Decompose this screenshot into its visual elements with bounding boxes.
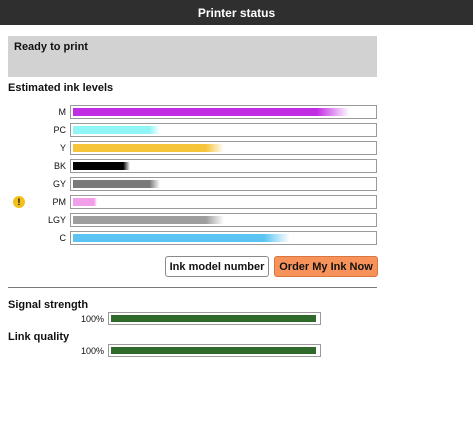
signal-strength-meter [108, 312, 321, 325]
ink-level-fill [73, 234, 290, 242]
signal-strength-percent: 100% [80, 314, 104, 324]
status-panel: Ready to print [8, 36, 377, 77]
ink-model-number-button[interactable]: Ink model number [165, 256, 269, 277]
ink-label: C [59, 233, 67, 243]
ink-row-pm: ! PM [0, 195, 473, 209]
link-quality-heading: Link quality [8, 331, 70, 343]
ink-row-pc: PC [0, 123, 473, 137]
ink-label: Y [59, 143, 66, 153]
window-title: Printer status [197, 5, 276, 20]
ink-level-fill [73, 162, 130, 170]
signal-strength-fill [111, 315, 316, 322]
link-quality-meter [108, 344, 321, 357]
ink-row-c: C [0, 231, 473, 245]
ink-row-lgy: LGY [0, 213, 473, 227]
ink-row-y: Y [0, 141, 473, 155]
link-quality-percent: 100% [80, 346, 104, 356]
ink-row-bk: BK [0, 159, 473, 173]
title-bar: Printer status [0, 0, 473, 25]
divider [8, 287, 377, 288]
ink-level-fill [73, 198, 97, 206]
status-message: Ready to print [14, 41, 88, 53]
ink-label: BK [53, 161, 66, 171]
ink-row-m: M [0, 105, 473, 119]
ink-level-bar [70, 141, 377, 155]
ink-level-fill [73, 126, 160, 134]
signal-strength-heading: Signal strength [8, 299, 89, 311]
order-ink-button[interactable]: Order My Ink Now [274, 256, 378, 277]
exclamation-icon: ! [13, 196, 25, 208]
ink-label: PM [52, 197, 67, 207]
ink-level-bar [70, 195, 377, 209]
ink-level-fill [73, 144, 224, 152]
ink-level-fill [73, 216, 224, 224]
ink-level-bar [70, 159, 377, 173]
ink-level-bar [70, 231, 377, 245]
ink-label: PC [53, 125, 66, 135]
ink-row-gy: GY [0, 177, 473, 191]
ink-level-bar [70, 177, 377, 191]
ink-level-bar [70, 105, 377, 119]
ink-level-bar [70, 213, 377, 227]
ink-level-fill [73, 108, 350, 116]
ink-label: LGY [47, 215, 66, 225]
ink-label: M [58, 107, 67, 117]
link-quality-fill [111, 347, 316, 354]
ink-label: GY [52, 179, 66, 189]
ink-level-fill [73, 180, 160, 188]
ink-level-bar [70, 123, 377, 137]
ink-levels-heading: Estimated ink levels [8, 82, 114, 94]
